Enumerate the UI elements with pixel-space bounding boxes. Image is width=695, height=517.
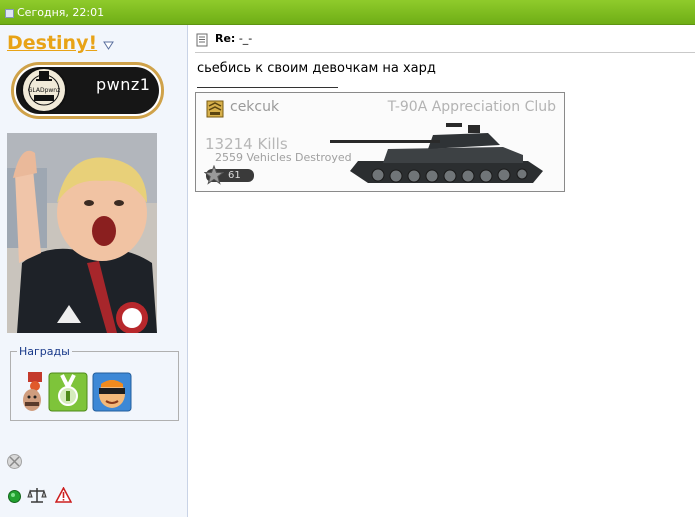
report-warning-icon[interactable] [55,487,72,503]
green-medal-award-icon[interactable] [48,372,88,412]
post-title-icon [196,33,208,47]
banner-text: pwnz1 [96,75,151,94]
post-icon [5,9,14,18]
online-status-icon [8,490,21,503]
reputation-scales-icon[interactable] [27,486,47,504]
post-title-text: -_- [235,32,253,45]
offline-status-icon [7,454,22,469]
rank-insignia-icon [206,100,224,118]
awards-legend: Награды [17,345,72,358]
signature-player-name: cekcuk [230,99,280,115]
post-date: Сегодня, 22:01 [17,6,105,19]
user-avatar [7,133,157,333]
rank-star-icon [204,165,224,185]
post-title-prefix: Re: [215,32,236,45]
signature-club-name: T-90A Appreciation Club [387,99,556,115]
username-link[interactable]: Destiny! [7,32,97,54]
post-header-bar: Сегодня, 22:01 [0,0,695,25]
signature-rank: 61 [228,170,241,181]
clan-seal-icon: GLADpwnz [21,67,67,113]
post-title: Re: -_- [215,32,252,45]
tank-image [330,123,543,183]
post-message: сьебись к своим девочкам на хард [197,61,436,76]
user-banner: GLADpwnz pwnz1 [11,62,164,119]
title-divider [195,52,695,53]
clan-seal-text: GLADpwnz [28,87,61,94]
masked-hero-award-icon[interactable] [92,372,132,412]
signature-divider [197,87,338,88]
user-menu-arrow-icon[interactable] [103,41,114,50]
signature-banner: cekcuk T-90A Appreciation Club 13214 Kil… [195,92,565,192]
